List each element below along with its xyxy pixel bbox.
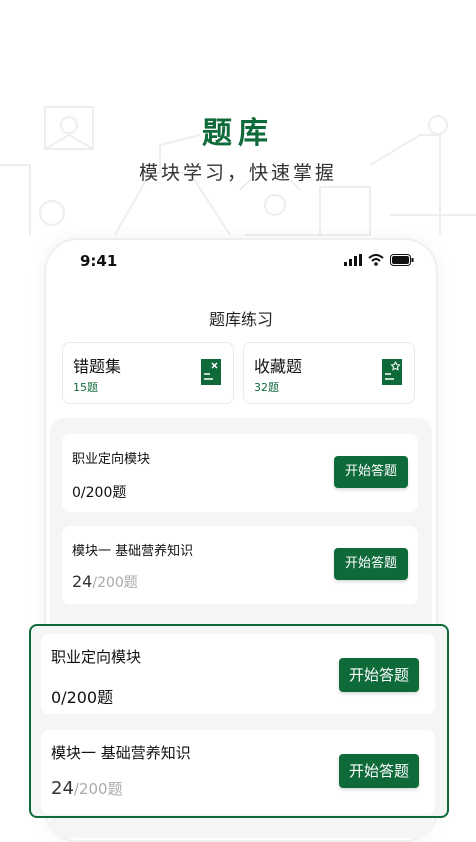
signal-icon bbox=[344, 254, 362, 266]
quick-card-count: 32题 bbox=[254, 381, 279, 394]
module-name: 模块一 基础营养知识 bbox=[51, 744, 191, 762]
start-answering-button[interactable]: 开始答题 bbox=[339, 658, 419, 692]
favorites-card[interactable]: 收藏题 32题 bbox=[243, 342, 415, 404]
wrong-questions-icon bbox=[201, 359, 221, 385]
screen-title: 题库练习 bbox=[208, 310, 273, 329]
module-progress: 0/200题 bbox=[51, 688, 114, 707]
module-card[interactable]: 模块一 基础营养知识 24/200题 开始答题 bbox=[41, 730, 435, 814]
module-card[interactable]: 职业定向模块 0/200题 开始答题 bbox=[41, 634, 435, 714]
module-name: 职业定向模块 bbox=[51, 648, 142, 666]
start-answering-button[interactable]: 开始答题 bbox=[334, 548, 408, 580]
module-card[interactable]: 职业定向模块 0/200题 开始答题 bbox=[62, 434, 418, 512]
progress-done: 24 bbox=[72, 572, 93, 591]
page-subtitle: 模块学习，快速掌握 bbox=[138, 162, 337, 184]
highlighted-module-panel: 职业定向模块 0/200题 开始答题 模块一 基础营养知识 24/200题 开始… bbox=[29, 624, 449, 818]
start-answering-button[interactable]: 开始答题 bbox=[334, 456, 408, 488]
page-title: 题库 bbox=[202, 116, 274, 151]
quick-card-title: 收藏题 bbox=[254, 357, 303, 376]
module-progress: 0/200题 bbox=[72, 485, 127, 501]
quick-card-count: 15题 bbox=[73, 381, 98, 394]
progress-done: 24 bbox=[51, 778, 74, 799]
status-time: 9:41 bbox=[80, 252, 118, 270]
wrong-questions-card[interactable]: 错题集 15题 bbox=[62, 342, 234, 404]
module-card[interactable]: 模块一 基础营养知识 24/200题 开始答题 bbox=[62, 526, 418, 604]
battery-icon bbox=[390, 254, 414, 266]
start-answering-button[interactable]: 开始答题 bbox=[339, 754, 419, 788]
module-progress: 24/200题 bbox=[72, 572, 138, 592]
status-icons bbox=[344, 254, 414, 266]
favorites-icon bbox=[382, 359, 402, 385]
module-name: 职业定向模块 bbox=[72, 452, 151, 467]
module-progress: 24/200题 bbox=[51, 778, 123, 799]
module-name: 模块一 基础营养知识 bbox=[72, 544, 194, 559]
progress-total: /200题 bbox=[92, 575, 138, 591]
progress-total: /200题 bbox=[73, 780, 123, 798]
quick-card-title: 错题集 bbox=[73, 357, 122, 376]
wifi-icon bbox=[368, 254, 384, 266]
